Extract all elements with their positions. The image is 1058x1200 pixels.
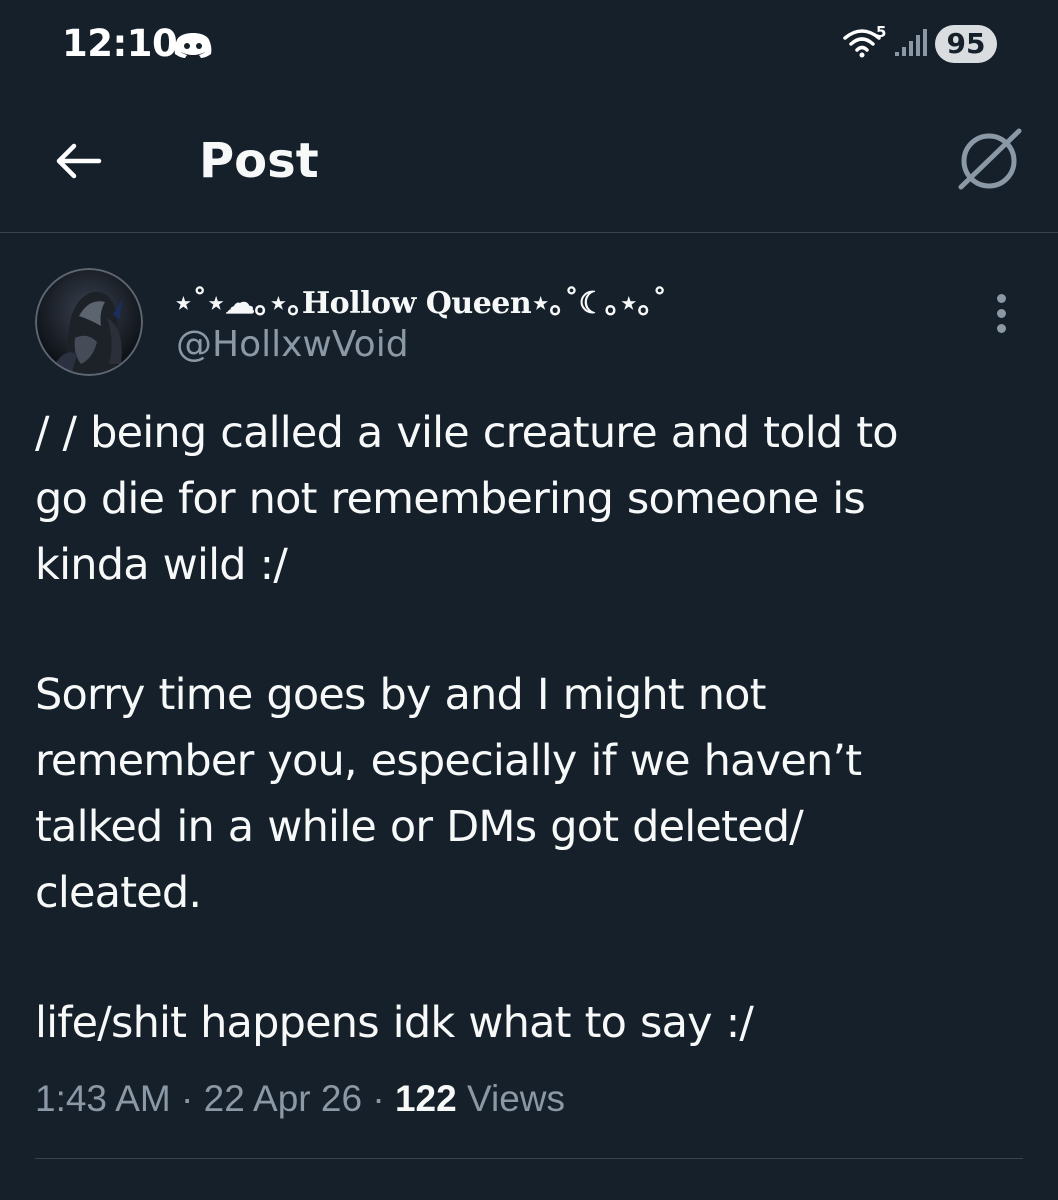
post-time[interactable]: 1:43 AM xyxy=(35,1078,171,1119)
more-options-button[interactable] xyxy=(985,290,1019,338)
more-dot-icon xyxy=(997,324,1006,333)
post-text-line: / / being called a vile creature and tol… xyxy=(35,408,899,458)
status-bar: 12:10 5 95 xyxy=(0,0,1058,90)
post-text-line: cleated. xyxy=(35,868,202,918)
post-date[interactable]: 22 Apr 26 xyxy=(204,1078,362,1119)
meta-separator: · xyxy=(181,1078,194,1119)
more-dot-icon xyxy=(997,309,1006,318)
battery-level: 95 xyxy=(935,25,997,63)
views-count[interactable]: 122 xyxy=(395,1078,457,1119)
wifi-label: 5 xyxy=(876,24,886,41)
wifi-icon: 5 xyxy=(842,23,888,69)
post-text-line: go die for not remembering someone is xyxy=(35,474,866,524)
post-text-line: kinda wild :/ xyxy=(35,540,288,590)
arrow-left-icon xyxy=(56,143,102,179)
display-name[interactable]: ⋆˚⋆☁︎｡⋆｡Hollow Queen⋆｡˚☾｡⋆｡˚ xyxy=(174,278,667,322)
grok-button[interactable] xyxy=(955,125,1025,195)
post-text-line: remember you, especially if we haven’t xyxy=(35,736,862,786)
discord-icon xyxy=(172,30,214,65)
header-divider xyxy=(0,232,1058,233)
post-meta: 1:43 AM · 22 Apr 26 · 122 Views xyxy=(35,1078,565,1120)
signal-icon xyxy=(894,28,928,63)
views-label[interactable]: Views xyxy=(467,1078,565,1119)
avatar[interactable] xyxy=(35,268,143,376)
user-handle[interactable]: @HollxwVoid xyxy=(176,324,409,365)
more-dot-icon xyxy=(997,294,1006,303)
page-title: Post xyxy=(199,133,319,189)
post-text-line: talked in a while or DMs got deleted/ xyxy=(35,802,804,852)
status-time: 12:10 xyxy=(62,22,178,65)
back-button[interactable] xyxy=(48,131,108,191)
post-text-line: life/shit happens idk what to say :/ xyxy=(35,998,754,1048)
post-text-line: Sorry time goes by and I might not xyxy=(35,670,767,720)
post-divider xyxy=(35,1158,1023,1159)
grok-icon xyxy=(958,128,1022,190)
post-header: Post xyxy=(0,95,1058,232)
meta-separator: · xyxy=(372,1078,385,1119)
